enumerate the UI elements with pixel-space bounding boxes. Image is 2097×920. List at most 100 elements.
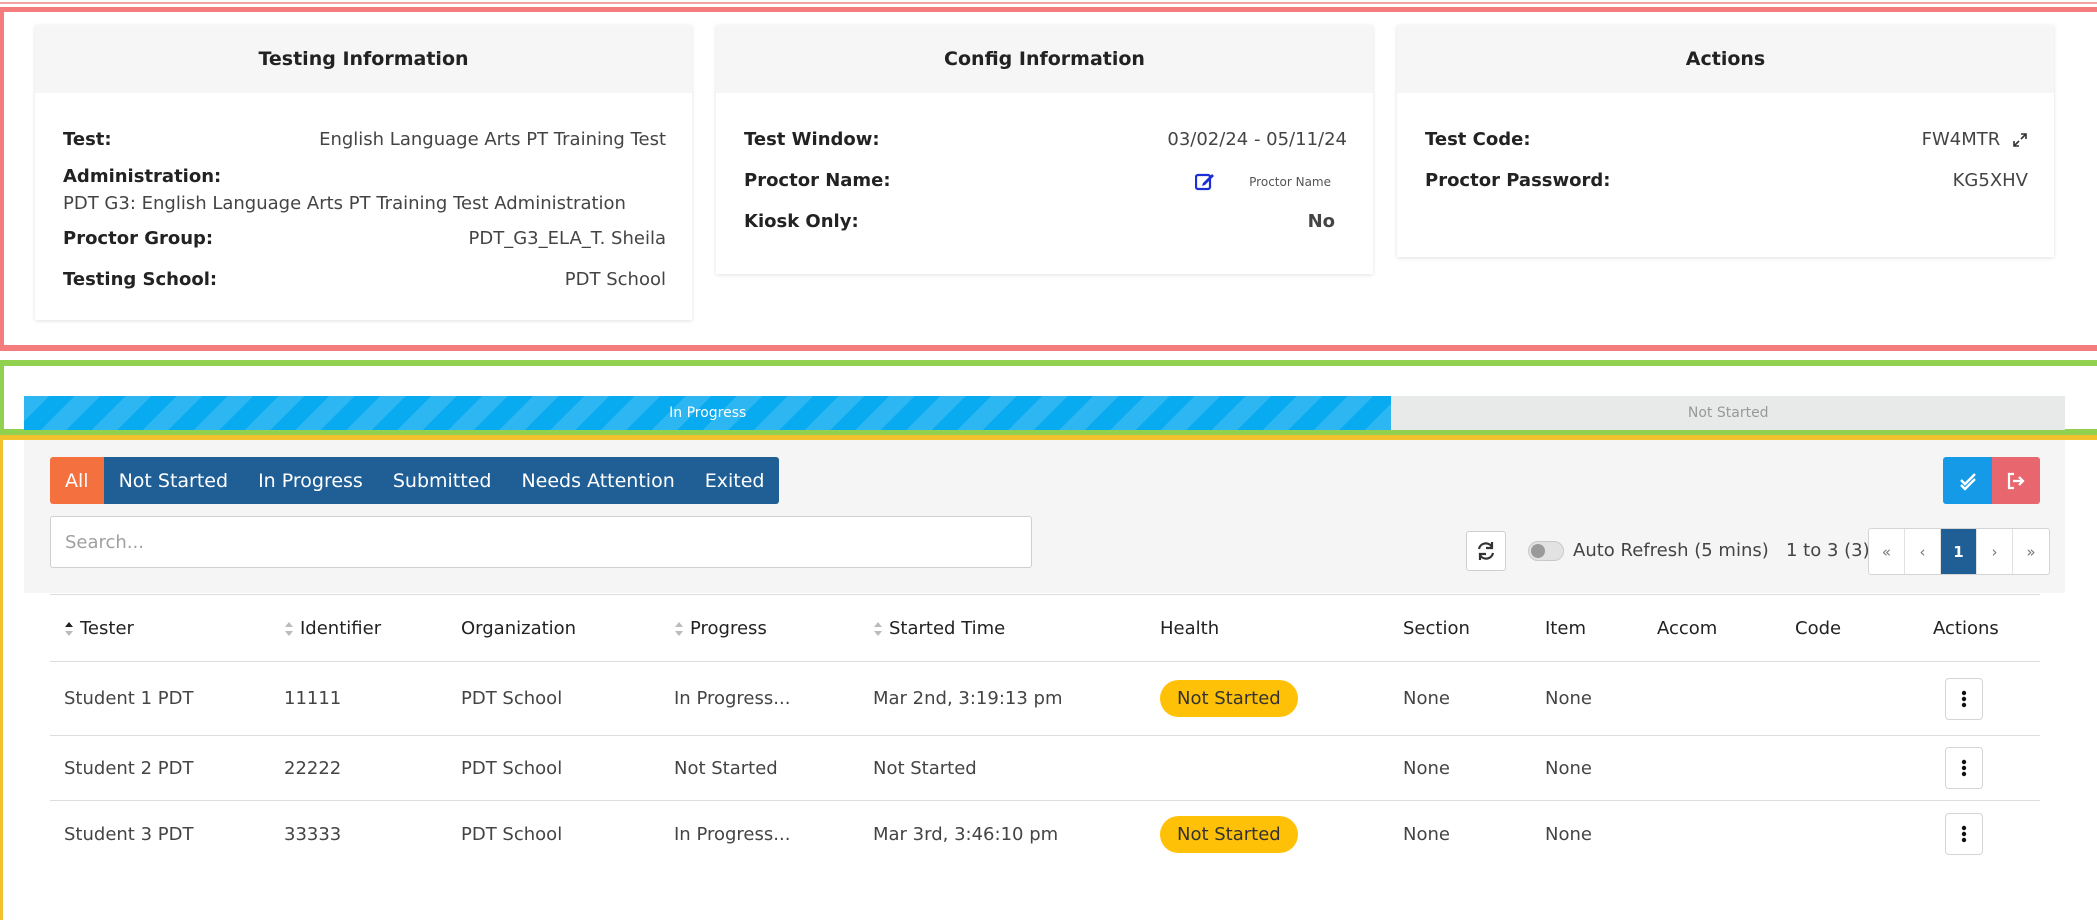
administration-row: Administration: PDT G3: English Language… [63, 160, 666, 218]
accom-cell [1643, 661, 1781, 736]
column-header-code: Code [1781, 594, 1919, 662]
page-next[interactable]: › [1977, 529, 2013, 574]
row-actions-button[interactable] [1945, 677, 1983, 720]
column-header-tester[interactable]: Tester [50, 594, 270, 662]
double-check-icon [1959, 472, 1976, 491]
started-time-cell: Not Started [859, 735, 1146, 801]
edit-icon[interactable] [1195, 171, 1215, 191]
actions-card: Actions Test Code: FW4MTR Proctor Passwo… [1397, 25, 2054, 257]
progress-cell: Not Started [660, 735, 859, 801]
tester-cell: Student 3 PDT [64, 823, 194, 845]
table-row: Student 3 PDT 33333 PDT School In Progre… [50, 801, 2040, 868]
actions-cell [1919, 801, 2040, 868]
kebab-menu-icon [1961, 690, 1967, 707]
health-cell [1146, 735, 1389, 801]
column-header-health: Health [1146, 594, 1389, 662]
card-title: Testing Information [35, 25, 692, 93]
page-first[interactable]: « [1869, 529, 1905, 574]
page-prev[interactable]: ‹ [1905, 529, 1941, 574]
code-cell [1781, 661, 1919, 736]
column-label: Started Time [889, 617, 1006, 639]
auto-refresh-toggle[interactable] [1528, 541, 1564, 561]
proctor-group-value: PDT_G3_ELA_T. Sheila [468, 228, 666, 249]
proctor-name-row: Proctor Name: Proctor Name [744, 160, 1347, 201]
exit-all-button[interactable] [1992, 457, 2040, 504]
health-cell: Not Started [1146, 801, 1389, 868]
row-actions-button[interactable] [1945, 813, 1983, 856]
filter-needs-attention[interactable]: Needs Attention [506, 457, 690, 504]
row-actions-button[interactable] [1945, 747, 1983, 789]
pagination: « ‹ 1 › » [1868, 528, 2050, 575]
progress-cell[interactable]: In Progress... [660, 801, 859, 868]
status-filter-group: All Not Started In Progress Submitted Ne… [50, 457, 780, 504]
page-current[interactable]: 1 [1941, 529, 1977, 574]
column-header-item: Item [1531, 594, 1643, 662]
field-label: Proctor Group: [63, 228, 214, 249]
proctor-password-row: Proctor Password: KG5XHV [1425, 160, 2028, 201]
column-label: Health [1160, 617, 1220, 639]
testing-school-row: Testing School: PDT School [63, 259, 666, 300]
approve-all-button[interactable] [1943, 457, 1992, 504]
actions-cell [1919, 661, 2040, 736]
students-table: Tester Identifier Organization Progress … [50, 594, 2040, 868]
column-label: Tester [80, 617, 134, 639]
column-label: Progress [690, 617, 767, 639]
filter-exited[interactable]: Exited [689, 457, 780, 504]
proctor-password-value: KG5XHV [1952, 170, 2028, 191]
proctor-name-field: Proctor Name [1195, 170, 1331, 191]
organization-cell: PDT School [447, 735, 660, 801]
sort-icon [65, 621, 73, 636]
organization-cell: PDT School [447, 661, 660, 736]
actions-cell [1919, 735, 2040, 801]
auto-refresh-label: Auto Refresh (5 mins) [1573, 540, 1769, 561]
kiosk-row: Kiosk Only: No [744, 201, 1347, 242]
column-header-identifier[interactable]: Identifier [270, 594, 447, 662]
field-label: Test: [63, 129, 112, 150]
filter-not-started[interactable]: Not Started [103, 457, 244, 504]
sort-icon [285, 621, 293, 636]
result-range: 1 to 3 (3) [1786, 540, 1870, 561]
progress-cell[interactable]: In Progress... [660, 661, 859, 736]
search-input[interactable] [65, 531, 1017, 553]
test-window-value: 03/02/24 - 05/11/24 [1167, 129, 1347, 150]
testing-information-card: Testing Information Test: English Langua… [35, 25, 692, 320]
refresh-icon [1477, 542, 1495, 560]
table-row: Student 1 PDT 11111 PDT School In Progre… [50, 661, 2040, 736]
test-code-row: Test Code: FW4MTR [1425, 119, 2028, 160]
column-header-started-time[interactable]: Started Time [859, 594, 1146, 662]
column-header-accom: Accom [1643, 594, 1781, 662]
section-cell: None [1389, 735, 1531, 801]
column-label: Code [1795, 617, 1842, 639]
in-progress-segment: In Progress [24, 396, 1392, 430]
identifier-cell: 33333 [284, 823, 342, 845]
column-label: Section [1403, 617, 1470, 639]
column-header-section: Section [1389, 594, 1531, 662]
column-header-progress[interactable]: Progress [660, 594, 859, 662]
refresh-button[interactable] [1466, 531, 1506, 571]
column-label: Organization [461, 617, 577, 639]
session-progress-bar: In Progress Not Started [24, 396, 2065, 430]
column-header-actions: Actions [1919, 594, 2040, 662]
tester-cell: Student 2 PDT [50, 735, 270, 801]
card-title: Config Information [716, 25, 1373, 93]
item-cell: None [1531, 735, 1643, 801]
administration-value: PDT G3: English Language Arts PT Trainin… [63, 193, 626, 214]
expand-icon[interactable] [2012, 132, 2028, 148]
table-header-row: Tester Identifier Organization Progress … [50, 594, 2040, 662]
filter-in-progress[interactable]: In Progress [243, 457, 378, 504]
health-cell: Not Started [1146, 661, 1389, 736]
card-title: Actions [1397, 25, 2054, 93]
filter-submitted[interactable]: Submitted [377, 457, 507, 504]
test-window-row: Test Window: 03/02/24 - 05/11/24 [744, 119, 1347, 160]
proctor-group-row: Proctor Group: PDT_G3_ELA_T. Sheila [63, 218, 666, 259]
started-time-cell: Mar 3rd, 3:46:10 pm [873, 823, 1059, 845]
kiosk-value: No [1307, 211, 1335, 232]
identifier-cell: 11111 [270, 661, 447, 736]
filter-all[interactable]: All [50, 457, 104, 504]
started-time-cell: Mar 2nd, 3:19:13 pm [859, 661, 1146, 736]
field-label: Administration: [63, 166, 222, 187]
page-last[interactable]: » [2013, 529, 2049, 574]
status-badge: Not Started [1160, 815, 1298, 853]
bulk-actions [1943, 457, 2040, 504]
testing-school-value: PDT School [564, 269, 666, 290]
